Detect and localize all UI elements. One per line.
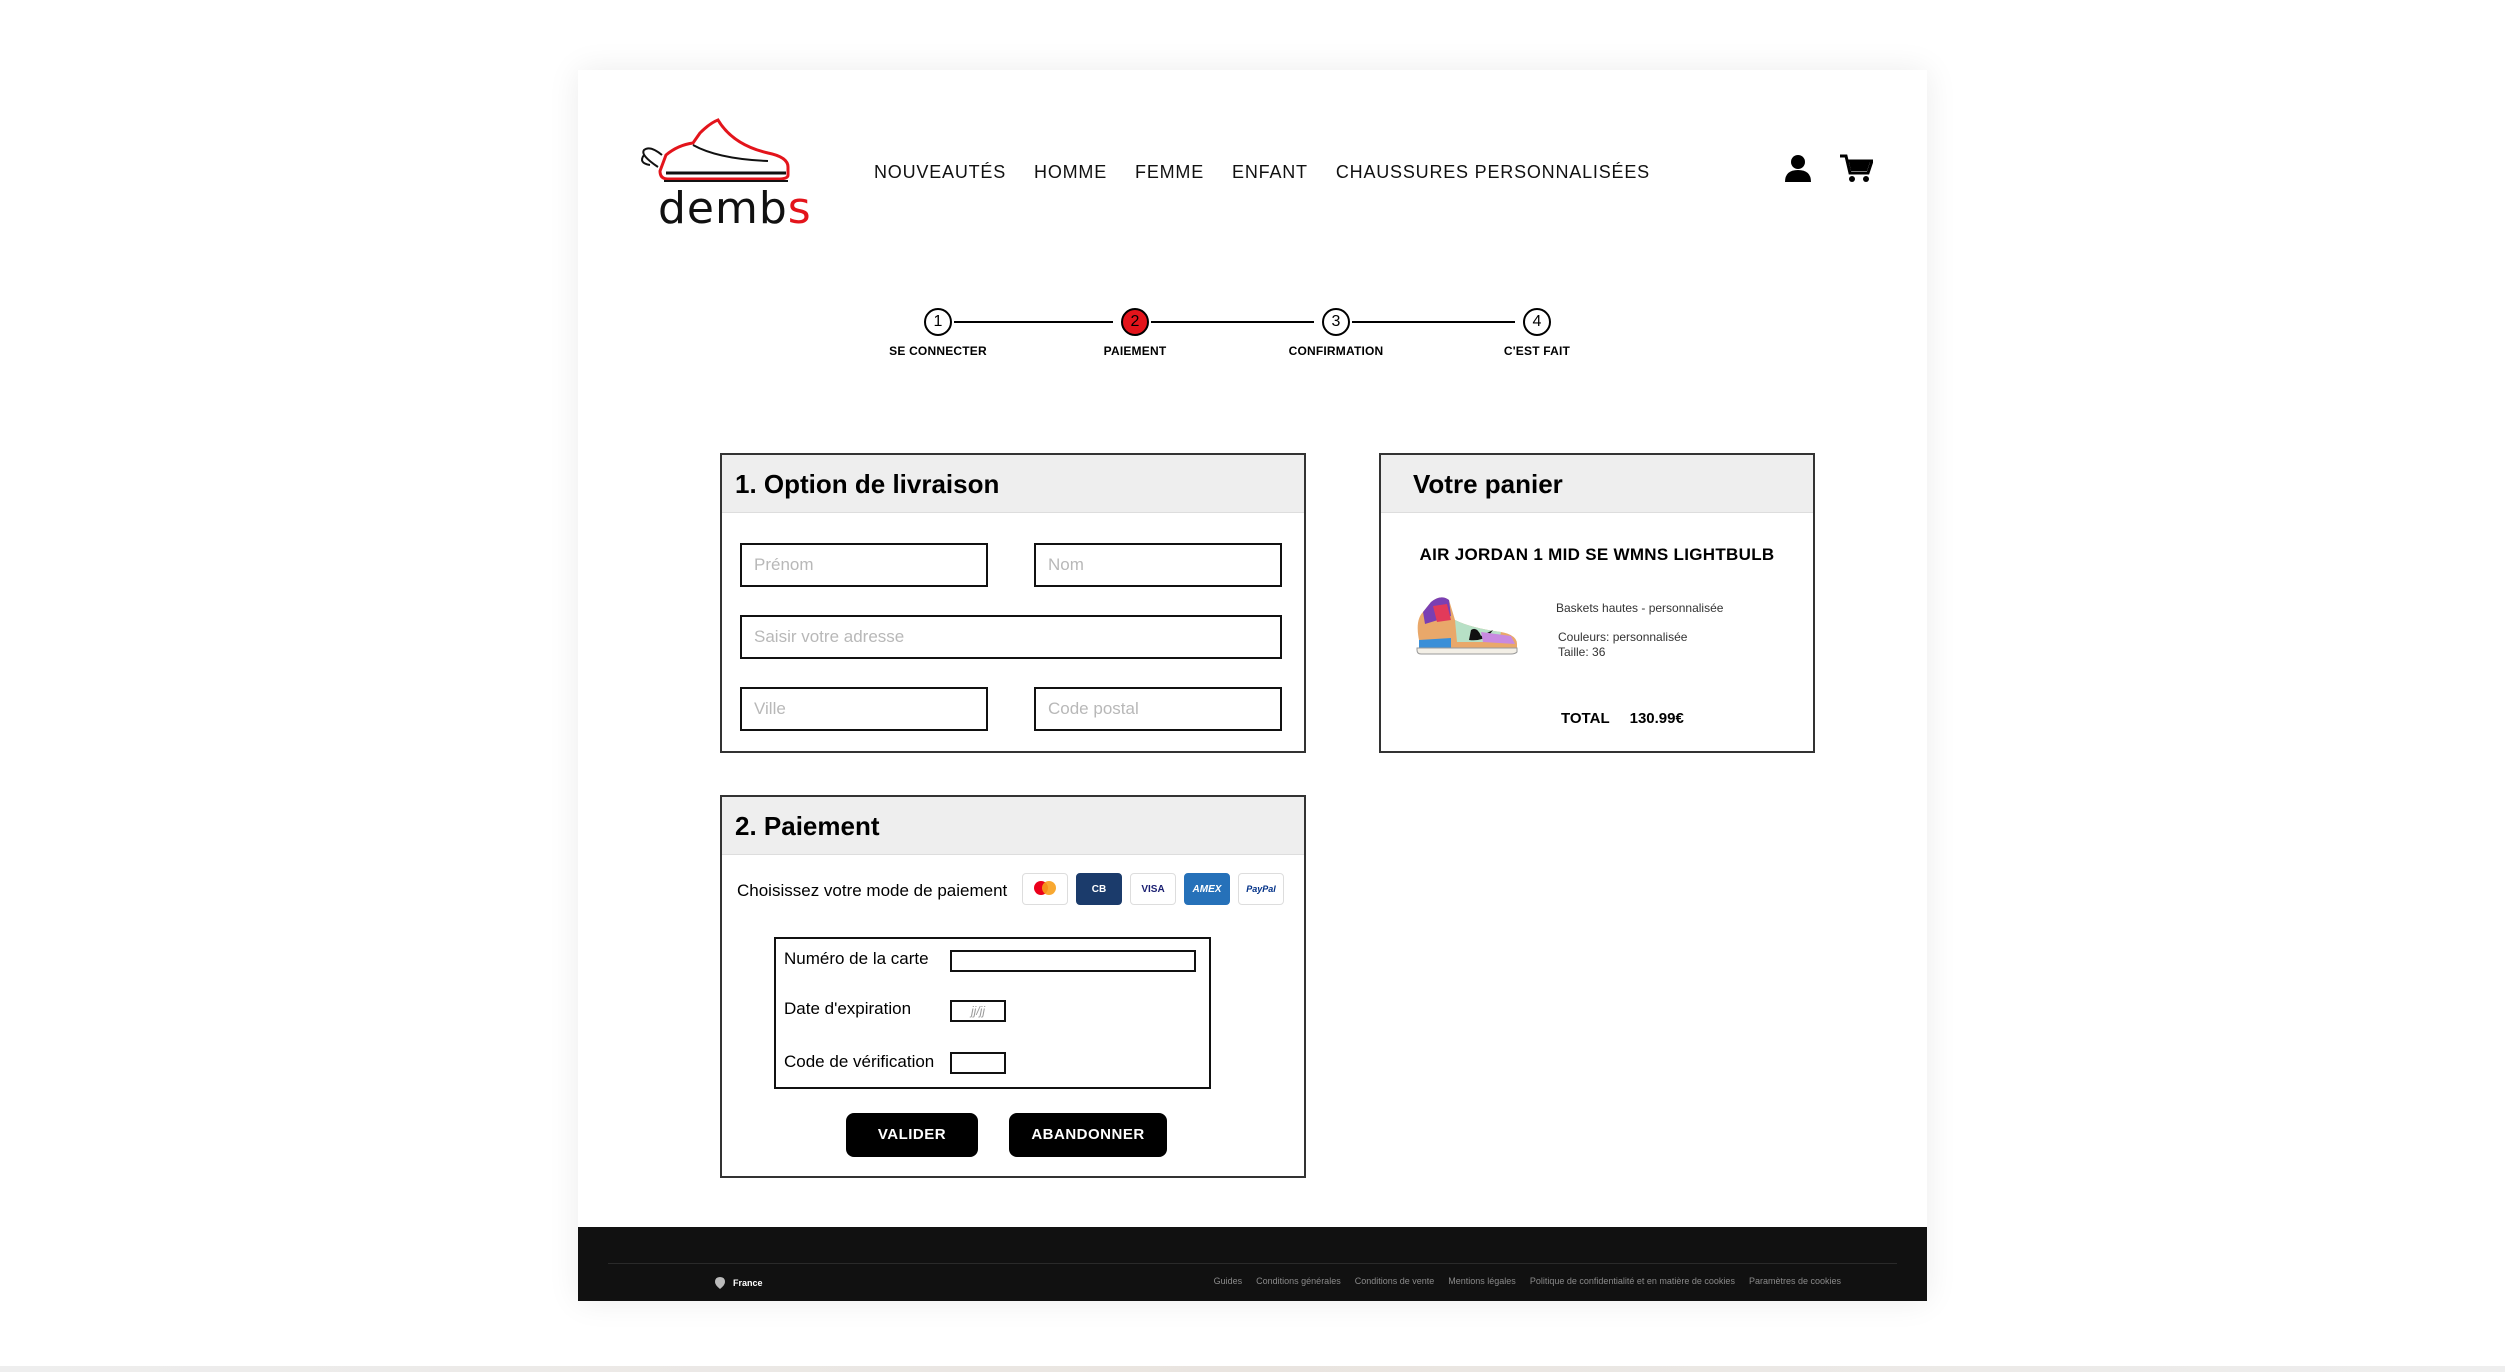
nav-item-homme[interactable]: HOMME <box>1034 162 1107 183</box>
bottom-strip <box>0 1366 2505 1372</box>
step-number: 4 <box>1523 308 1551 336</box>
footer-links: Guides Conditions générales Conditions d… <box>1214 1276 1841 1286</box>
footer-link-conditions-generales[interactable]: Conditions générales <box>1256 1276 1341 1286</box>
cart-title: Votre panier <box>1381 455 1813 513</box>
nav-item-femme[interactable]: FEMME <box>1135 162 1204 183</box>
step-confirmation[interactable]: 3 CONFIRMATION <box>1276 308 1396 358</box>
abandon-button[interactable]: ABANDONNER <box>1009 1113 1167 1157</box>
page-card: dembs NOUVEAUTÉS HOMME FEMME ENFANT CHAU… <box>578 70 1927 1301</box>
first-name-field[interactable]: Prénom <box>740 543 988 587</box>
last-name-field[interactable]: Nom <box>1034 543 1282 587</box>
cart-panel: Votre panier AIR JORDAN 1 MID SE WMNS LI… <box>1379 453 1815 753</box>
payment-choose-label: Choisissez votre mode de paiement <box>737 881 1008 900</box>
postal-code-field[interactable]: Code postal <box>1034 687 1282 731</box>
product-description: Baskets hautes - personnalisée <box>1556 601 1724 615</box>
total-label: TOTAL <box>1561 710 1610 727</box>
step-label: C'EST FAIT <box>1503 344 1571 358</box>
total-value: 130.99€ <box>1629 710 1684 727</box>
step-se-connecter[interactable]: 1 SE CONNECTER <box>878 308 998 358</box>
visa-icon[interactable]: VISA <box>1130 873 1176 905</box>
product-image[interactable] <box>1411 590 1521 656</box>
expiry-input[interactable]: jj/jj <box>950 1000 1006 1022</box>
location-pin-icon <box>715 1277 725 1289</box>
header-icons <box>1783 153 1873 183</box>
payment-title: 2. Paiement <box>722 797 1304 855</box>
card-number-input[interactable] <box>950 950 1196 972</box>
footer-divider <box>608 1263 1897 1264</box>
card-details-box: Numéro de la carte Date d'expiration jj/… <box>774 937 1211 1089</box>
cvc-input[interactable] <box>950 1052 1006 1074</box>
footer-link-parametres-cookies[interactable]: Paramètres de cookies <box>1749 1276 1841 1286</box>
step-number: 2 <box>1121 308 1149 336</box>
footer-link-guides[interactable]: Guides <box>1214 1276 1243 1286</box>
delivery-title: 1. Option de livraison <box>722 455 1304 513</box>
cart-product-name: AIR JORDAN 1 MID SE WMNS LIGHTBULB <box>1419 545 1775 564</box>
payment-methods: CB VISA AMEX PayPal <box>1022 873 1284 905</box>
step-label: SE CONNECTER <box>889 344 987 358</box>
footer-link-politique[interactable]: Politique de confidentialité et en matiè… <box>1530 1276 1735 1286</box>
step-label: PAIEMENT <box>1103 344 1167 358</box>
product-size: Taille: 36 <box>1558 645 1606 659</box>
checkout-stepper: 1 SE CONNECTER 2 PAIEMENT 3 CONFIRMATION… <box>889 308 1588 368</box>
footer-link-conditions-vente[interactable]: Conditions de vente <box>1355 1276 1435 1286</box>
expiry-label: Date d'expiration <box>784 999 912 1018</box>
nav-item-enfant[interactable]: ENFANT <box>1232 162 1308 183</box>
step-number: 1 <box>924 308 952 336</box>
step-number: 3 <box>1322 308 1350 336</box>
logo-wordmark: dembs <box>658 183 812 234</box>
step-label: CONFIRMATION <box>1288 344 1384 358</box>
product-colors: Couleurs: personnalisée <box>1558 630 1688 644</box>
user-icon[interactable] <box>1783 153 1813 183</box>
cart-icon[interactable] <box>1839 153 1873 183</box>
cb-icon[interactable]: CB <box>1076 873 1122 905</box>
address-field[interactable]: Saisir votre adresse <box>740 615 1282 659</box>
cart-total: TOTAL 130.99€ <box>1561 710 1684 727</box>
footer-country[interactable]: France <box>715 1277 763 1289</box>
step-cest-fait[interactable]: 4 C'EST FAIT <box>1477 308 1597 358</box>
cvc-label: Code de vérification <box>784 1052 935 1071</box>
paypal-icon[interactable]: PayPal <box>1238 873 1284 905</box>
footer: France Guides Conditions générales Condi… <box>578 1227 1927 1301</box>
card-number-label: Numéro de la carte <box>784 949 929 968</box>
city-field[interactable]: Ville <box>740 687 988 731</box>
footer-link-mentions-legales[interactable]: Mentions légales <box>1448 1276 1516 1286</box>
payment-panel: 2. Paiement Choisissez votre mode de pai… <box>720 795 1306 1178</box>
amex-icon[interactable]: AMEX <box>1184 873 1230 905</box>
nav-item-nouveautes[interactable]: NOUVEAUTÉS <box>874 162 1006 183</box>
main-nav: NOUVEAUTÉS HOMME FEMME ENFANT CHAUSSURES… <box>874 162 1650 183</box>
step-paiement[interactable]: 2 PAIEMENT <box>1075 308 1195 358</box>
validate-button[interactable]: VALIDER <box>846 1113 978 1157</box>
nav-item-chaussures-personnalisees[interactable]: CHAUSSURES PERSONNALISÉES <box>1336 162 1650 183</box>
mastercard-icon[interactable] <box>1022 873 1068 905</box>
delivery-panel: 1. Option de livraison Prénom Nom Saisir… <box>720 453 1306 753</box>
brand-logo[interactable]: dembs <box>638 115 811 234</box>
